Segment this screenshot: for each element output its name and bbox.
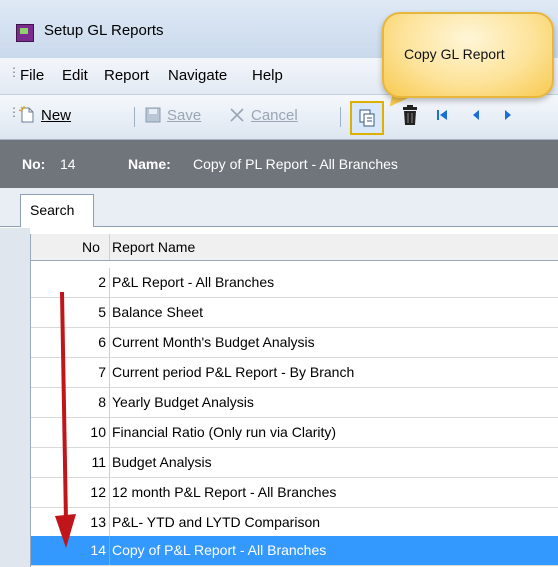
column-divider — [109, 508, 110, 537]
row-name: Financial Ratio (Only run via Clarity) — [112, 424, 337, 440]
column-divider — [109, 328, 110, 357]
table-row[interactable]: 7 Current period P&L Report - By Branch — [31, 358, 558, 388]
grid-header: No Report Name — [31, 234, 558, 261]
next-record-icon — [505, 110, 511, 120]
grid-left-margin — [0, 228, 30, 567]
toolbar-separator — [134, 107, 135, 127]
save-disk-icon — [144, 106, 162, 124]
column-divider — [109, 298, 110, 327]
row-name: Copy of P&L Report - All Branches — [112, 542, 327, 558]
table-row[interactable]: 12 12 month P&L Report - All Branches — [31, 478, 558, 508]
name-label: Name: — [128, 156, 171, 172]
table-row[interactable]: 6 Current Month's Budget Analysis — [31, 328, 558, 358]
row-name: Budget Analysis — [112, 454, 212, 470]
row-no: 2 — [98, 274, 106, 290]
callout: Copy GL Report — [382, 12, 554, 98]
copy-report-button[interactable] — [350, 101, 384, 135]
save-button[interactable]: Save — [144, 103, 201, 127]
new-document-icon — [18, 106, 36, 124]
column-divider — [109, 268, 110, 297]
toolbar-separator — [340, 107, 341, 127]
column-divider — [109, 536, 110, 565]
row-name: Yearly Budget Analysis — [112, 394, 254, 410]
table-row[interactable]: 8 Yearly Budget Analysis — [31, 388, 558, 418]
new-button[interactable]: New — [18, 103, 71, 127]
table-row[interactable]: 2 P&L Report - All Branches — [31, 268, 558, 298]
row-name: P&L- YTD and LYTD Comparison — [112, 514, 321, 530]
first-record-button[interactable] — [434, 103, 450, 127]
row-name: Current Month's Budget Analysis — [112, 334, 315, 350]
table-row-selected[interactable]: 14 Copy of P&L Report - All Branches — [31, 536, 558, 566]
table-row[interactable]: 11 Budget Analysis — [31, 448, 558, 478]
toolbar: ⋮ New Save Cancel — [0, 95, 558, 140]
no-label: No: — [22, 156, 46, 172]
record-info-bar: No: 14 Name: Copy of PL Report - All Bra… — [0, 140, 558, 188]
column-divider — [109, 418, 110, 447]
header-report-name[interactable]: Report Name — [112, 239, 195, 255]
no-value: 14 — [60, 156, 76, 172]
table-row[interactable]: 10 Financial Ratio (Only run via Clarity) — [31, 418, 558, 448]
previous-record-icon — [473, 110, 479, 120]
first-record-icon — [437, 110, 447, 120]
tab-search[interactable]: Search — [20, 194, 94, 227]
cancel-x-icon — [228, 106, 246, 124]
menu-navigate[interactable]: Navigate — [168, 67, 227, 84]
next-record-button[interactable] — [500, 103, 516, 127]
table-row[interactable]: 5 Balance Sheet — [31, 298, 558, 328]
table-row[interactable]: 13 P&L- YTD and LYTD Comparison — [31, 508, 558, 538]
tab-strip: Search — [0, 188, 558, 227]
grip-icon: ⋮ — [8, 105, 20, 119]
column-divider — [109, 358, 110, 387]
window-title: Setup GL Reports — [44, 22, 164, 39]
menu-file[interactable]: File — [20, 67, 44, 84]
column-divider — [109, 388, 110, 417]
grip-icon: ⋮ — [8, 65, 20, 79]
callout-text: Copy GL Report — [404, 46, 505, 62]
column-divider — [109, 478, 110, 507]
name-value: Copy of PL Report - All Branches — [193, 156, 398, 172]
down-arrow-annotation — [55, 291, 76, 548]
column-divider — [109, 234, 110, 260]
app-icon — [16, 24, 34, 42]
row-name: P&L Report - All Branches — [112, 274, 275, 290]
report-grid: No Report Name 2 P&L Report - All Branche… — [30, 234, 558, 567]
row-name: 12 month P&L Report - All Branches — [112, 484, 337, 500]
cancel-button[interactable]: Cancel — [228, 103, 298, 127]
menu-edit[interactable]: Edit — [62, 67, 88, 84]
menu-help[interactable]: Help — [252, 67, 283, 84]
row-name: Current period P&L Report - By Branch — [112, 364, 355, 380]
row-name: Balance Sheet — [112, 304, 204, 320]
column-divider — [109, 448, 110, 477]
menu-report[interactable]: Report — [104, 67, 149, 84]
copy-icon — [359, 109, 375, 127]
header-no[interactable]: No — [82, 239, 100, 255]
previous-record-button[interactable] — [468, 103, 484, 127]
